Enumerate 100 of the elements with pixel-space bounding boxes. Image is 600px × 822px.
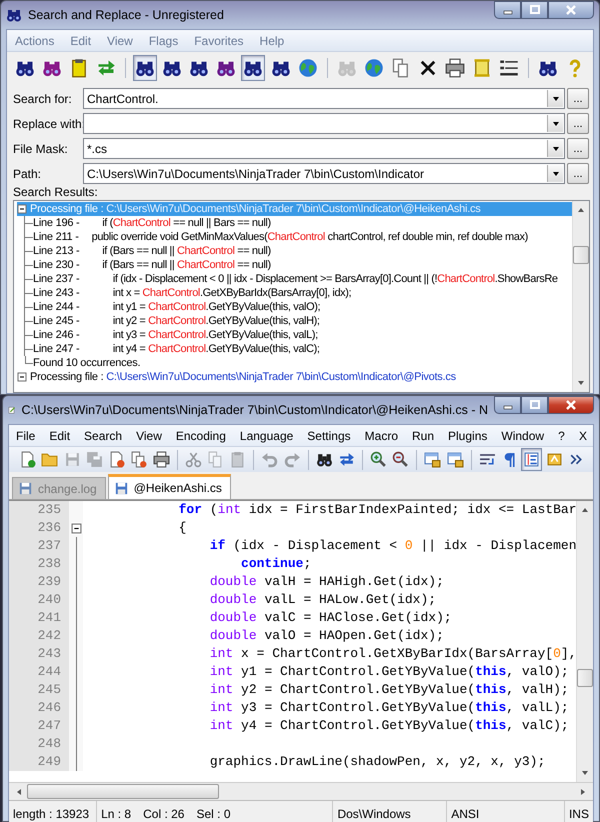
menu-item[interactable]: Run (405, 428, 442, 442)
binoculars-icon[interactable] (133, 55, 158, 81)
menu-item[interactable]: Plugins (441, 428, 494, 442)
line-label: Line 245 - (33, 315, 80, 327)
file-tab[interactable]: @HeikenAshi.cs (108, 474, 231, 499)
browse-button[interactable]: ... (567, 163, 589, 184)
code-line: double valL = HALow.Get(idx); (208, 592, 436, 607)
file-header-text: Processing file : C:\Users\Win7u\Documents\NinjaTrader 7\bin\Custom\Indicator\@HeikenAshi.cs (30, 203, 481, 215)
menu-item[interactable]: Edit (42, 428, 78, 442)
matched-code: int y2 = ChartControl.GetYByValue(this, valH); (112, 315, 320, 327)
line-number: 245 (9, 681, 69, 699)
close-button[interactable] (548, 1, 594, 19)
status-text: INS (568, 806, 589, 820)
code-line: double valH = HAHigh.Get(idx); (208, 574, 444, 589)
menu-item[interactable]: Help (252, 34, 292, 48)
collapse-icon[interactable] (17, 204, 27, 214)
combo-field[interactable]: ChartControl. (83, 88, 565, 109)
tree-row[interactable]: Processing file : C:\Users\Win7u\Documents\NinjaTrader 7\bin\Custom\Indicator\@Pivots.cs (17, 370, 572, 384)
line-number: 248 (9, 735, 69, 753)
menu-item[interactable]: Window (494, 428, 552, 442)
line-number: 249 (9, 753, 69, 771)
fold-icon[interactable] (70, 522, 82, 534)
field-label: Path: (13, 166, 42, 180)
menu-item[interactable]: File (9, 428, 42, 442)
minimize-button[interactable] (494, 1, 521, 19)
status-text: length : 13923 (13, 806, 90, 820)
status-text: Col : 26 (143, 806, 184, 820)
status-text: Sel : 0 (196, 806, 230, 820)
field-label: Search for: (13, 92, 73, 106)
menu-item[interactable]: Edit (62, 34, 100, 48)
close-document-button[interactable]: X (572, 428, 593, 442)
matched-code: int x = ChartControl.GetXByBarIdx(BarsArray[0], idx); (112, 287, 352, 299)
file-header-text: Processing file : C:\Users\Win7u\Documents\NinjaTrader 7\bin\Custom\Indicator\@Pivots.cs (30, 371, 456, 383)
line-label: Line 244 - (33, 301, 80, 313)
dropdown-icon[interactable] (547, 140, 563, 157)
matched-code: if (Bars == null || ChartControl == null) (101, 245, 271, 257)
close-button[interactable] (548, 396, 594, 414)
dropdown-icon[interactable] (547, 115, 563, 132)
restore-icon (530, 400, 540, 410)
code-line: for (int idx = FirstBarIndexPainted; idx <= LastBar (178, 502, 576, 517)
scrollbar[interactable] (576, 501, 593, 782)
summary-text: Found 10 occurrences. (33, 357, 140, 369)
code-line: graphics.DrawLine(shadowPen, x, y2, x, y3); (208, 754, 546, 769)
menu-item[interactable]: ? (551, 428, 572, 442)
menu-item[interactable]: Macro (358, 428, 405, 442)
browse-button[interactable]: ... (567, 113, 589, 134)
scroll-thumb[interactable] (27, 784, 219, 799)
code-line: double valO = HAOpen.Get(idx); (208, 628, 444, 643)
line-label: Line 213 - (33, 245, 80, 257)
line-number: 235 (9, 501, 69, 519)
menu-item[interactable]: View (129, 428, 169, 442)
line-label: Line 196 - (33, 217, 80, 229)
menu-item[interactable]: Favorites (186, 34, 252, 48)
binoculars-icon[interactable] (241, 55, 266, 81)
combo-field[interactable] (83, 113, 565, 134)
dropdown-icon[interactable] (547, 165, 563, 182)
code-line: if (idx - Displacement < 0 || idx - Displacemen (208, 538, 576, 553)
menu-item[interactable]: Encoding (168, 428, 233, 442)
line-number: 242 (9, 627, 69, 645)
combo-field[interactable]: C:\Users\Win7u\Documents\NinjaTrader 7\bin\Custom\Indicator (83, 163, 565, 184)
code-line: int x = ChartControl.GetXByBarIdx(BarsArray[0], (208, 646, 576, 661)
status-text: Dos\Windows (337, 806, 411, 820)
line-number: 240 (9, 591, 69, 609)
collapse-icon[interactable] (17, 372, 27, 382)
matched-code: public override void GetMinMaxValues(ChartControl chartControl, ref double min, ref double max) (90, 231, 528, 243)
code-line: { (178, 520, 186, 535)
menu-item[interactable]: View (99, 34, 141, 48)
line-number: 236 (9, 519, 69, 537)
close-icon (565, 400, 577, 410)
code-line: int y2 = ChartControl.GetYByValue(this, valH); (208, 682, 569, 697)
line-number: 238 (9, 555, 69, 573)
dropdown-icon[interactable] (547, 90, 563, 107)
code-line: int y1 = ChartControl.GetYByValue(this, valO); (208, 664, 569, 679)
menu-item[interactable]: Language (232, 428, 300, 442)
menu-item[interactable]: Flags (140, 34, 186, 48)
browse-button[interactable]: ... (567, 88, 589, 109)
code-line: int y4 = ChartControl.GetYByValue(this, valC); (208, 718, 569, 733)
combo-field[interactable]: *.cs (83, 138, 565, 159)
line-number: 237 (9, 537, 69, 555)
restore-button[interactable] (521, 396, 548, 414)
menu-item[interactable]: Search (77, 428, 130, 442)
browse-button[interactable]: ... (567, 138, 589, 159)
menu-item[interactable]: Actions (7, 34, 62, 48)
line-number: 239 (9, 573, 69, 591)
line-label: Line 243 - (33, 287, 80, 299)
maximize-icon (530, 5, 540, 15)
minimize-button[interactable] (494, 396, 521, 414)
menu-item[interactable]: Settings (300, 428, 358, 442)
scrollbar[interactable] (9, 782, 593, 800)
matched-code: int y1 = ChartControl.GetYByValue(this, valO); (112, 301, 320, 313)
line-label: Line 211 - (33, 231, 80, 243)
scroll-thumb[interactable] (573, 246, 589, 264)
field-label: Replace with: (13, 116, 81, 130)
maximize-button[interactable] (521, 1, 548, 19)
scroll-thumb[interactable] (577, 669, 593, 687)
indent-guide-icon[interactable] (521, 448, 542, 471)
scrollbar[interactable] (572, 201, 589, 392)
status-text: Ln : 8 (101, 806, 132, 820)
line-number: 246 (9, 699, 69, 717)
status-text: ANSI (451, 806, 480, 820)
